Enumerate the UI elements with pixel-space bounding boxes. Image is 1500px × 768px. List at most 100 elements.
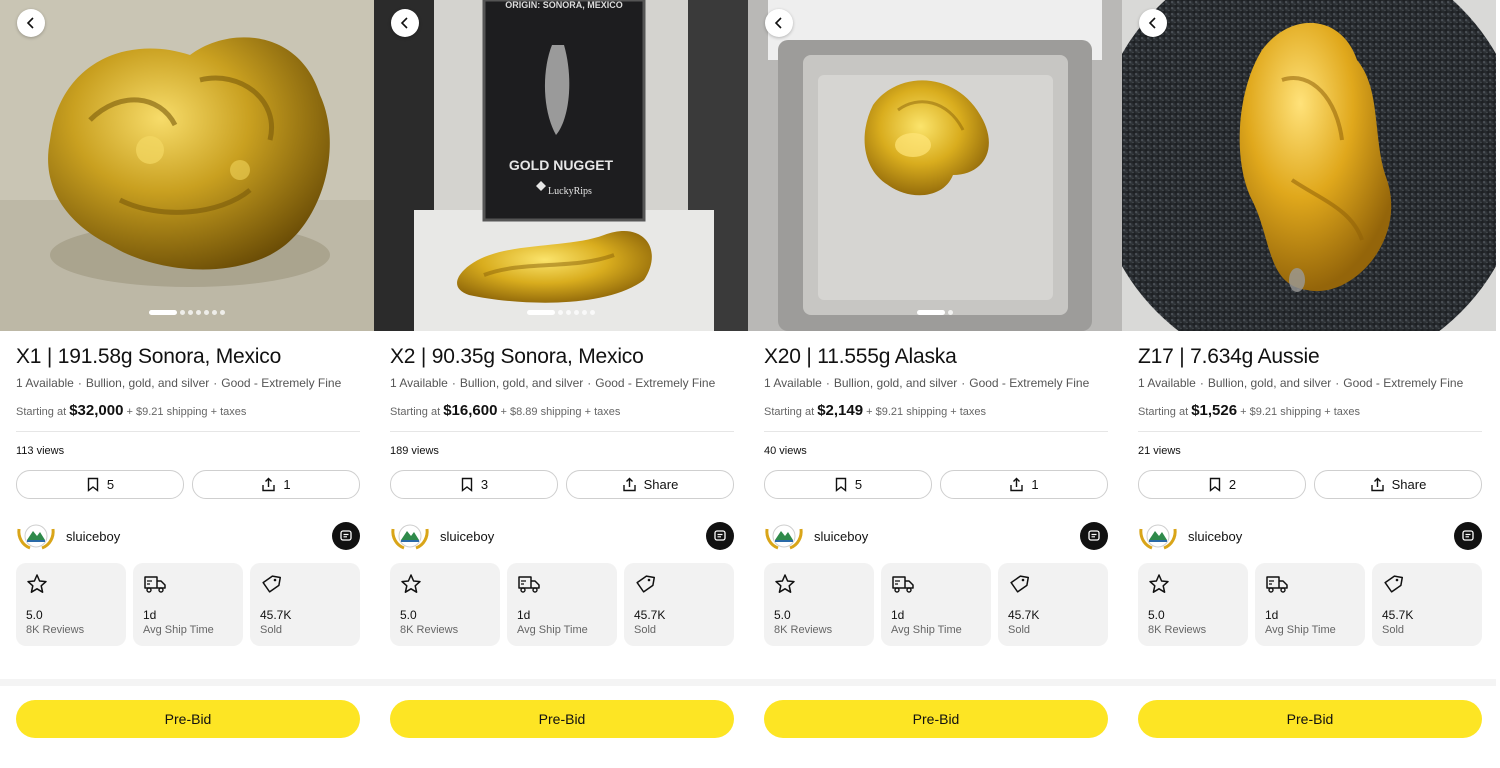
avatar xyxy=(1138,521,1178,551)
gold-nugget-photo xyxy=(748,0,1122,331)
back-button[interactable] xyxy=(1139,9,1167,37)
chat-icon xyxy=(1462,530,1474,541)
seller-logo-icon xyxy=(391,524,429,550)
carousel-dot[interactable] xyxy=(590,310,595,315)
ship-time-card[interactable]: 1d Avg Ship Time xyxy=(881,563,991,646)
save-button[interactable]: 5 xyxy=(764,470,932,499)
seller-row[interactable]: sluiceboy xyxy=(390,521,734,551)
seller-name[interactable]: sluiceboy xyxy=(814,529,868,544)
bookmark-icon xyxy=(87,477,99,492)
chevron-left-icon xyxy=(1148,17,1156,29)
product-photo[interactable] xyxy=(0,0,374,331)
rating-card[interactable]: 5.0 8K Reviews xyxy=(1138,563,1248,646)
share-icon xyxy=(1010,477,1024,492)
share-button[interactable]: Share xyxy=(1314,470,1482,499)
sold-card[interactable]: 45.7K Sold xyxy=(1372,563,1482,646)
rating-value: 5.0 xyxy=(400,608,417,622)
back-button[interactable] xyxy=(17,9,45,37)
listing-meta: 1 Available · Bullion, gold, and silver · Go… xyxy=(16,376,342,390)
rating-card[interactable]: 5.0 8K Reviews xyxy=(16,563,126,646)
sold-card[interactable]: 45.7K Sold xyxy=(624,563,734,646)
chevron-left-icon xyxy=(774,17,782,29)
pre-bid-button[interactable]: Pre-Bid xyxy=(1138,700,1482,738)
chat-button[interactable] xyxy=(1080,522,1108,550)
chat-icon xyxy=(340,530,352,541)
carousel-dot[interactable] xyxy=(574,310,579,315)
carousel-dot[interactable] xyxy=(180,310,185,315)
carousel-dot[interactable] xyxy=(220,310,225,315)
rating-card[interactable]: 5.0 8K Reviews xyxy=(764,563,874,646)
listing-title: Z17 | 7.634g Aussie xyxy=(1138,345,1320,368)
avatar xyxy=(16,521,56,551)
sold-value: 45.7K xyxy=(634,608,666,622)
back-button[interactable] xyxy=(765,9,793,37)
carousel-dot[interactable] xyxy=(188,310,193,315)
chat-button[interactable] xyxy=(1454,522,1482,550)
chat-button[interactable] xyxy=(706,522,734,550)
carousel-dot[interactable] xyxy=(196,310,201,315)
sold-card[interactable]: 45.7K Sold xyxy=(250,563,360,646)
share-button[interactable]: 1 xyxy=(192,470,360,499)
seller-row[interactable]: sluiceboy xyxy=(764,521,1108,551)
carousel-dot[interactable] xyxy=(566,310,571,315)
ship-time-label: Avg Ship Time xyxy=(891,624,962,636)
rating-label: 8K Reviews xyxy=(26,624,85,636)
seller-name[interactable]: sluiceboy xyxy=(1188,529,1242,544)
tag-icon xyxy=(262,575,282,593)
seller-name[interactable]: sluiceboy xyxy=(440,529,494,544)
carousel-dot[interactable] xyxy=(558,310,563,315)
sold-card[interactable]: 45.7K Sold xyxy=(998,563,1108,646)
seller-name[interactable]: sluiceboy xyxy=(66,529,120,544)
listing-meta: 1 Available · Bullion, gold, and silver · Go… xyxy=(764,376,1090,390)
carousel-dot[interactable] xyxy=(582,310,587,315)
product-photo[interactable] xyxy=(1122,0,1496,331)
bottom-separator xyxy=(0,679,374,686)
bottom-separator xyxy=(1122,679,1496,686)
chat-button[interactable] xyxy=(332,522,360,550)
divider xyxy=(764,431,1108,432)
save-button[interactable]: 5 xyxy=(16,470,184,499)
sold-label: Sold xyxy=(260,624,283,636)
save-button[interactable]: 2 xyxy=(1138,470,1306,499)
rating-label: 8K Reviews xyxy=(1148,624,1207,636)
ship-time-card[interactable]: 1d Avg Ship Time xyxy=(133,563,243,646)
views-count: 189 views xyxy=(390,445,439,457)
bookmark-icon xyxy=(835,477,847,492)
share-icon xyxy=(262,477,276,492)
seller-logo-icon xyxy=(765,524,803,550)
divider xyxy=(390,431,734,432)
carousel-dot[interactable] xyxy=(212,310,217,315)
pre-bid-button[interactable]: Pre-Bid xyxy=(390,700,734,738)
carousel-dot[interactable] xyxy=(204,310,209,315)
listing-meta: 1 Available · Bullion, gold, and silver · Go… xyxy=(1138,376,1464,390)
bookmark-icon xyxy=(461,477,473,492)
chevron-left-icon xyxy=(400,17,408,29)
listing-title: X2 | 90.35g Sonora, Mexico xyxy=(390,345,644,368)
carousel-dot[interactable] xyxy=(527,310,555,315)
pre-bid-button[interactable]: Pre-Bid xyxy=(16,700,360,738)
product-photo[interactable]: ORIGIN: SONORA, MEXICO GOLD NUGGET Lucky… xyxy=(374,0,748,331)
avatar xyxy=(764,521,804,551)
bottom-separator xyxy=(748,679,1122,686)
share-button[interactable]: Share xyxy=(566,470,734,499)
rating-card[interactable]: 5.0 8K Reviews xyxy=(390,563,500,646)
listing-title: X20 | 11.555g Alaska xyxy=(764,345,957,368)
back-button[interactable] xyxy=(391,9,419,37)
ship-time-card[interactable]: 1d Avg Ship Time xyxy=(1255,563,1365,646)
carousel-dot[interactable] xyxy=(948,310,953,315)
seller-row[interactable]: sluiceboy xyxy=(1138,521,1482,551)
seller-row[interactable]: sluiceboy xyxy=(16,521,360,551)
product-photo[interactable] xyxy=(748,0,1122,331)
carousel-dot[interactable] xyxy=(149,310,177,315)
ship-time-card[interactable]: 1d Avg Ship Time xyxy=(507,563,617,646)
tag-icon xyxy=(636,575,656,593)
ship-time-value: 1d xyxy=(517,608,531,622)
ship-time-label: Avg Ship Time xyxy=(1265,624,1336,636)
truck-icon xyxy=(892,576,914,593)
rating-value: 5.0 xyxy=(774,608,791,622)
share-button[interactable]: 1 xyxy=(940,470,1108,499)
save-button[interactable]: 3 xyxy=(390,470,558,499)
views-count: 40 views xyxy=(764,445,807,457)
carousel-dot[interactable] xyxy=(917,310,945,315)
pre-bid-button[interactable]: Pre-Bid xyxy=(764,700,1108,738)
